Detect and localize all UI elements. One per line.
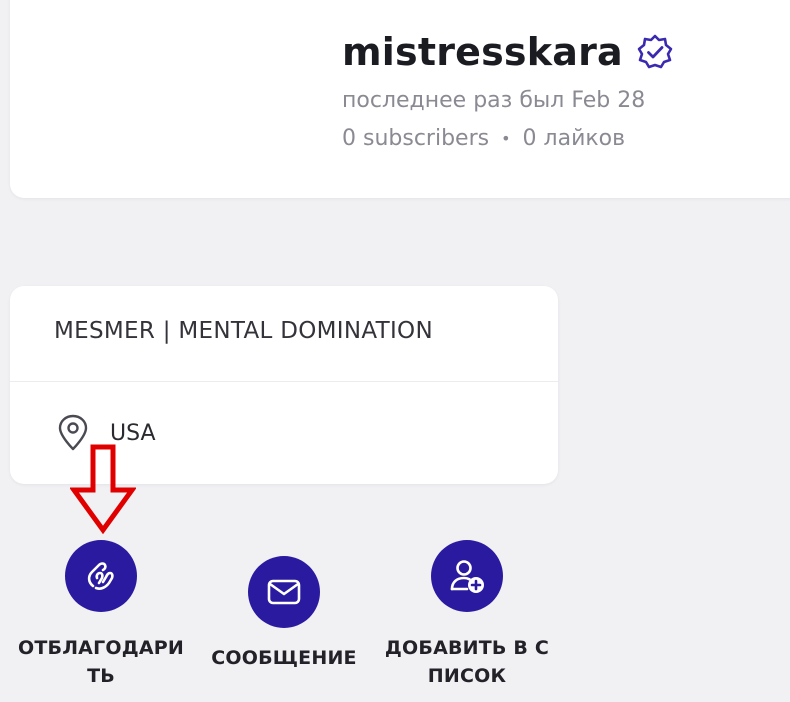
thank-label-line2: ТЬ xyxy=(87,665,115,687)
location-text: USA xyxy=(110,420,156,446)
add-to-list-button-circle[interactable] xyxy=(431,540,503,612)
thank-button-circle[interactable] xyxy=(65,540,137,612)
add-label-line1: ДОБАВИТЬ В С xyxy=(384,637,550,659)
profile-stats: 0 subscribers • 0 лайков xyxy=(342,126,625,151)
divider xyxy=(10,381,558,382)
envelope-icon xyxy=(267,579,301,605)
last-seen-text: последнее раз был Feb 28 xyxy=(342,88,646,113)
username-row: mistresskara xyxy=(342,30,673,74)
bio-text: MESMER | MENTAL DOMINATION xyxy=(54,318,433,344)
add-label-line2: ПИСОК xyxy=(427,665,507,687)
avatar[interactable] xyxy=(98,20,294,196)
handshake-icon xyxy=(87,562,114,590)
verified-badge-icon xyxy=(637,34,673,69)
add-to-list-button[interactable]: ДОБАВИТЬ В С ПИСОК xyxy=(374,540,560,690)
username: mistresskara xyxy=(342,30,623,74)
message-button-label[interactable]: СООБЩЕНИЕ xyxy=(204,644,364,672)
message-button[interactable]: СООБЩЕНИЕ xyxy=(204,556,364,672)
message-button-circle[interactable] xyxy=(248,556,320,628)
likes-count: 0 лайков xyxy=(522,126,626,151)
thank-label-line1: ОТБЛАГОДАРИ xyxy=(18,637,184,659)
add-to-list-button-label[interactable]: ДОБАВИТЬ В С ПИСОК xyxy=(374,634,560,690)
stats-separator: • xyxy=(501,129,511,148)
add-user-icon xyxy=(450,560,484,593)
thank-button[interactable]: ОТБЛАГОДАРИ ТЬ xyxy=(8,540,194,690)
annotation-arrow-icon xyxy=(70,444,136,534)
thank-button-label[interactable]: ОТБЛАГОДАРИ ТЬ xyxy=(8,634,194,690)
message-label-line1: СООБЩЕНИЕ xyxy=(211,647,357,669)
subscribers-count[interactable]: 0 subscribers xyxy=(342,126,489,151)
